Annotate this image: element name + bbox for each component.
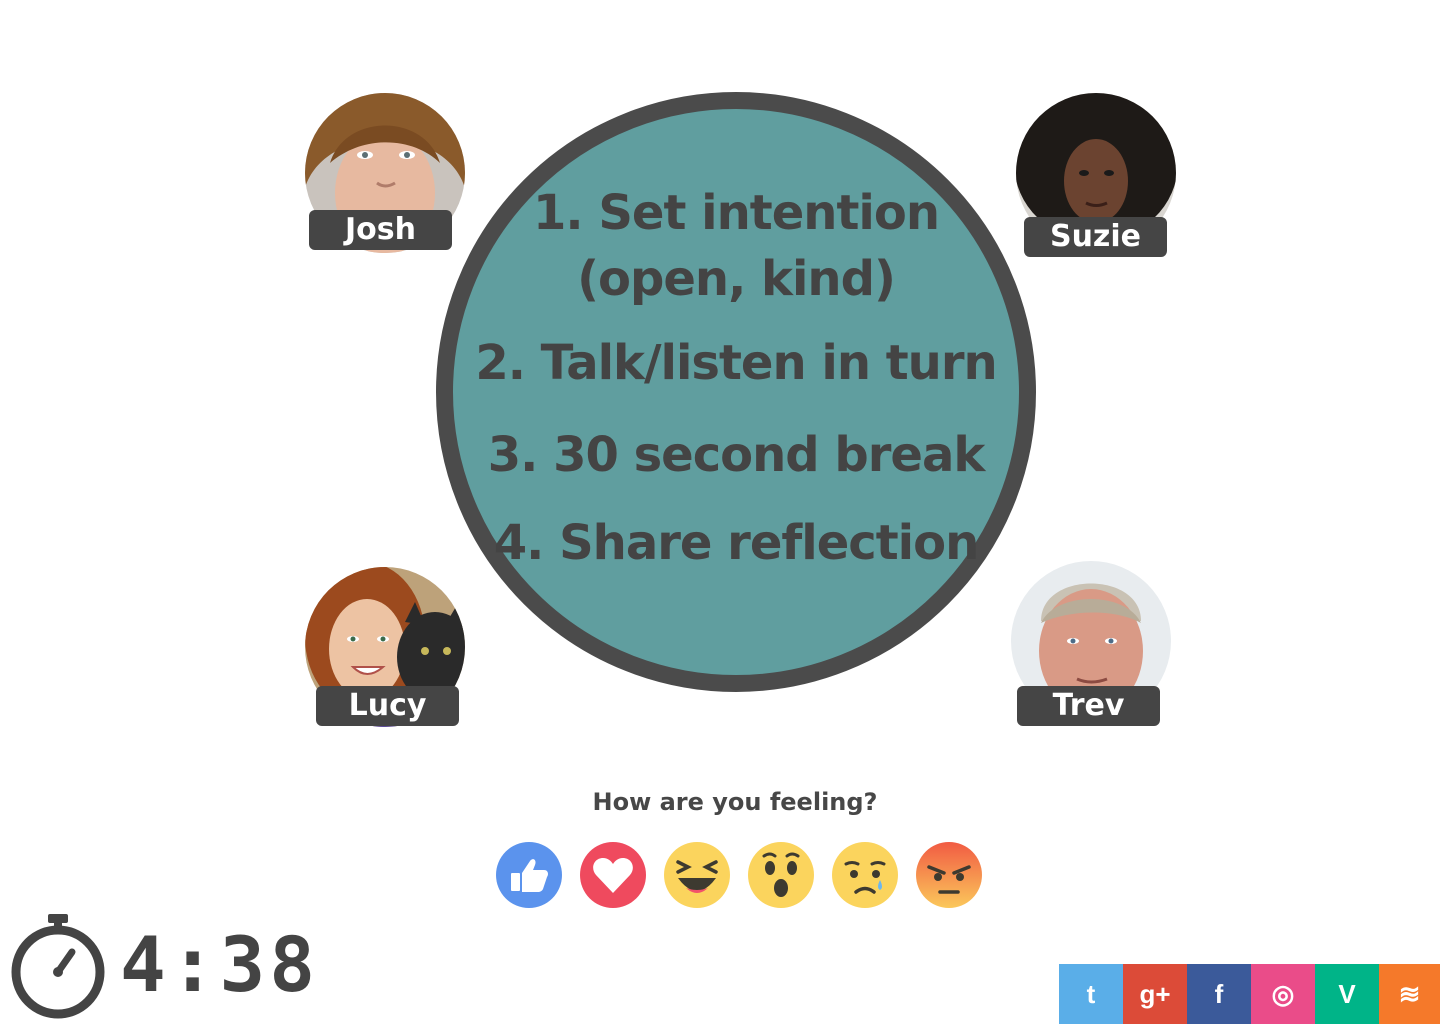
step-1-detail: (open, kind) [577, 251, 896, 307]
name-tag-suzie: Suzie [1024, 217, 1167, 257]
dribbble-button[interactable]: ◎ [1251, 964, 1315, 1024]
step-4: 4. Share reflection [493, 515, 980, 571]
google-plus-icon: g+ [1139, 978, 1171, 1009]
vine-button[interactable]: V [1315, 964, 1379, 1024]
name-tag-lucy: Lucy [316, 686, 459, 726]
facebook-button[interactable]: f [1187, 964, 1251, 1024]
name-tag-josh: Josh [309, 210, 452, 250]
love-icon[interactable] [580, 842, 646, 908]
vine-icon: V [1338, 978, 1356, 1009]
countdown-timer: 4:38 [120, 920, 320, 1009]
discussion-table: 1. Set intention (open, kind) 2. Talk/li… [436, 92, 1036, 692]
rss-icon: ≋ [1398, 978, 1421, 1009]
wow-icon[interactable] [748, 842, 814, 908]
dribbble-icon: ◎ [1271, 978, 1295, 1009]
step-3: 3. 30 second break [487, 427, 986, 483]
laugh-icon[interactable] [664, 842, 730, 908]
step-2: 2. Talk/listen in turn [475, 335, 997, 391]
feeling-prompt: How are you feeling? [592, 788, 878, 816]
name-tag-trev: Trev [1017, 686, 1160, 726]
step-1: 1. Set intention [533, 185, 940, 241]
twitter-button[interactable]: t [1059, 964, 1123, 1024]
facebook-icon: f [1214, 978, 1224, 1009]
like-icon[interactable] [496, 842, 562, 908]
sad-icon[interactable] [832, 842, 898, 908]
twitter-icon: t [1086, 978, 1096, 1009]
stopwatch-icon [8, 912, 108, 1020]
angry-icon[interactable] [916, 842, 982, 908]
rss-button[interactable]: ≋ [1379, 964, 1440, 1024]
google-plus-button[interactable]: g+ [1123, 964, 1187, 1024]
